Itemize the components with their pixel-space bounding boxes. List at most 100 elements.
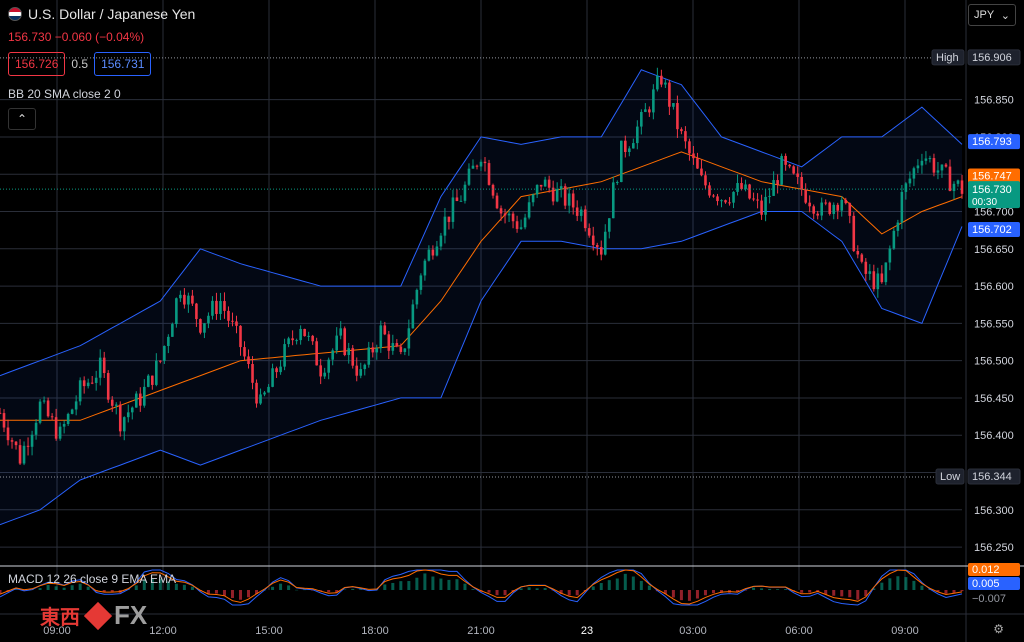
macd-histogram-bar xyxy=(960,590,964,592)
candle-body xyxy=(2,413,6,428)
candle-body xyxy=(299,328,302,341)
candle-body xyxy=(90,382,94,384)
candle-body xyxy=(10,440,14,442)
candle-body xyxy=(143,386,146,406)
candle-body xyxy=(259,394,262,404)
candle-body xyxy=(367,347,371,365)
candle-body xyxy=(303,328,306,337)
macd-histogram-bar xyxy=(944,590,948,594)
price-chart[interactable]: 156.906156.850156.800156.750156.700156.6… xyxy=(0,0,1024,642)
macd-histogram-bar xyxy=(351,588,355,590)
macd-histogram-bar xyxy=(679,590,683,601)
bb-upper-value: 156.793 xyxy=(972,136,1012,148)
candle-body xyxy=(511,213,515,222)
brand-cn-text: 東西 xyxy=(40,605,80,629)
bb-indicator-label[interactable]: BB 20 SMA close 2 0 xyxy=(8,87,121,101)
macd-histogram-bar xyxy=(407,581,411,590)
candle-body xyxy=(660,75,663,85)
candle-body xyxy=(908,178,912,184)
y-tick-label: 156.550 xyxy=(974,318,1014,330)
candle-body xyxy=(892,230,896,249)
candle-body xyxy=(175,298,178,325)
candle-body xyxy=(487,163,491,185)
x-tick-label: 18:00 xyxy=(361,625,389,637)
candle-body xyxy=(219,301,222,314)
y-tick-label: 156.250 xyxy=(974,542,1014,554)
candle-body xyxy=(712,195,715,197)
candle-body xyxy=(467,168,471,185)
macd-histogram-bar xyxy=(639,580,643,590)
macd-histogram-bar xyxy=(687,590,691,601)
candle-body xyxy=(668,82,671,107)
candle-body xyxy=(832,204,836,214)
buy-button[interactable]: 156.731 xyxy=(94,52,152,76)
chevron-up-icon[interactable]: ⌃ xyxy=(8,108,36,130)
candle-body xyxy=(724,200,727,203)
candle-body xyxy=(607,218,611,232)
gear-icon[interactable]: ⚙ xyxy=(993,622,1004,636)
currency-select[interactable]: JPY ⌄ xyxy=(968,4,1016,26)
candle-body xyxy=(122,417,126,432)
candle-body xyxy=(78,380,82,402)
candle-body xyxy=(952,183,956,192)
us-flag-icon xyxy=(8,7,22,21)
candle-body xyxy=(387,334,391,351)
candle-body xyxy=(912,168,916,179)
candle-body xyxy=(491,184,495,196)
candle-body xyxy=(42,400,46,402)
candle-body xyxy=(928,158,932,160)
candle-body xyxy=(828,202,832,214)
candle-body xyxy=(215,300,218,314)
candle-body xyxy=(591,235,595,245)
y-tick-label: 156.450 xyxy=(974,393,1014,405)
candle-body xyxy=(74,401,78,410)
candle-body xyxy=(347,348,351,356)
macd-histogram-bar xyxy=(703,590,707,596)
candle-body xyxy=(696,158,699,169)
candle-body xyxy=(864,261,868,274)
macd-histogram-bar xyxy=(695,590,699,599)
candle-body xyxy=(227,310,230,321)
candle-body xyxy=(167,336,170,347)
symbol-title: U.S. Dollar / Japanese Yen xyxy=(28,6,196,22)
candle-body xyxy=(110,399,114,406)
macd-histogram-bar xyxy=(271,586,275,590)
candle-body xyxy=(455,197,459,201)
sell-button[interactable]: 156.726 xyxy=(8,52,66,76)
candle-body xyxy=(271,368,274,387)
candle-body xyxy=(760,200,763,215)
candle-body xyxy=(692,153,695,159)
candle-body xyxy=(507,213,511,216)
macd-histogram-bar xyxy=(527,587,531,590)
candle-body xyxy=(768,195,771,197)
candle-body xyxy=(599,246,603,255)
macd-indicator-label[interactable]: MACD 12 26 close 9 EMA EMA xyxy=(8,572,176,586)
candle-body xyxy=(30,434,34,447)
candle-body xyxy=(102,357,106,374)
macd-histogram-bar xyxy=(399,581,403,590)
macd-histogram-bar xyxy=(671,590,675,598)
macd-histogram-bar xyxy=(447,579,451,590)
candle-body xyxy=(543,179,547,187)
macd-histogram-bar xyxy=(904,577,908,590)
candle-body xyxy=(355,365,359,376)
y-tick-label: 156.400 xyxy=(974,430,1014,442)
candle-body xyxy=(880,273,884,283)
candle-body xyxy=(283,344,286,367)
candle-body xyxy=(134,393,138,408)
candle-body xyxy=(151,375,154,385)
candle-body xyxy=(840,199,844,211)
candle-body xyxy=(451,197,455,222)
high-value: 156.906 xyxy=(972,52,1012,64)
candle-body xyxy=(860,254,864,262)
macd-histogram-bar xyxy=(519,588,523,590)
candle-body xyxy=(628,148,631,153)
candle-body xyxy=(247,356,250,364)
candle-body xyxy=(191,295,194,304)
candle-body xyxy=(207,315,210,324)
candle-body xyxy=(936,170,940,173)
macd-histogram-bar xyxy=(54,586,58,590)
candle-body xyxy=(884,262,888,283)
candle-body xyxy=(852,215,856,251)
macd-histogram-bar xyxy=(752,587,756,590)
